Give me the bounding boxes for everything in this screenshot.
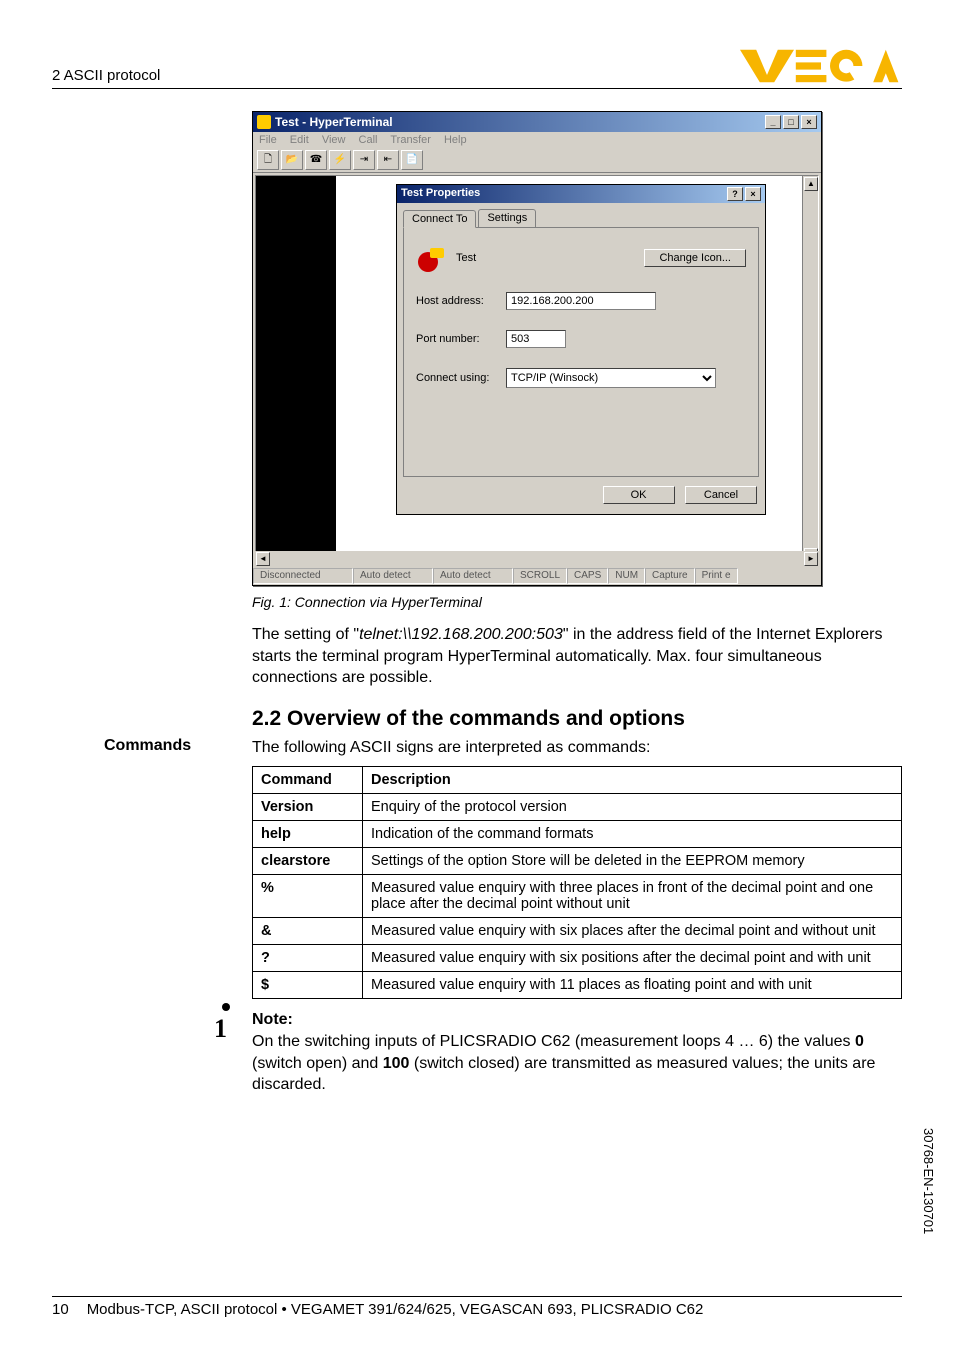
paragraph-ascii: The following ASCII signs are interprete… (252, 737, 902, 759)
th-command: Command (253, 767, 363, 794)
ht-left-margin (256, 176, 336, 564)
scroll-left-icon[interactable]: ◄ (256, 552, 270, 566)
status-connection: Disconnected (253, 568, 353, 584)
menu-help[interactable]: Help (444, 134, 467, 146)
hyperterminal-window: Test - HyperTerminal _ □ × File Edit Vie… (252, 111, 822, 586)
status-num: NUM (608, 568, 645, 584)
host-address-input[interactable] (506, 292, 656, 310)
section-2-2-heading: 2.2 Overview of the commands and options (252, 707, 902, 731)
toolbar-receive-icon[interactable]: ⇤ (377, 150, 399, 170)
cancel-button[interactable]: Cancel (685, 486, 757, 504)
table-row: &Measured value enquiry with six places … (253, 918, 902, 945)
menu-file[interactable]: File (259, 134, 277, 146)
ht-window-title: Test - HyperTerminal (275, 115, 393, 129)
menu-transfer[interactable]: Transfer (390, 134, 431, 146)
document-code: 30768-EN-130701 (921, 1128, 936, 1234)
status-capture: Capture (645, 568, 695, 584)
status-detect2: Auto detect (433, 568, 513, 584)
menu-call[interactable]: Call (359, 134, 378, 146)
toolbar-new-icon[interactable]: 🗋 (257, 150, 279, 170)
scroll-right-icon[interactable]: ► (804, 552, 818, 566)
menu-edit[interactable]: Edit (290, 134, 309, 146)
tab-connect-to[interactable]: Connect To (403, 210, 476, 228)
connection-name: Test (456, 252, 476, 264)
props-panel: Test Change Icon... Host address: Port n… (403, 227, 759, 477)
toolbar-open-icon[interactable]: 📂 (281, 150, 303, 170)
status-detect1: Auto detect (353, 568, 433, 584)
close-icon[interactable]: × (745, 187, 761, 201)
th-description: Description (363, 767, 902, 794)
page-footer: 10 Modbus-TCP, ASCII protocol • VEGAMET … (52, 1296, 902, 1318)
status-scroll: SCROLL (513, 568, 567, 584)
connect-using-select[interactable]: TCP/IP (Winsock) (506, 368, 716, 388)
toolbar-call-icon[interactable]: ☎ (305, 150, 327, 170)
table-row: helpIndication of the command formats (253, 821, 902, 848)
host-address-label: Host address: (416, 295, 506, 307)
vertical-scrollbar[interactable]: ▲ ▼ (802, 176, 818, 564)
toolbar-props-icon[interactable]: 📄 (401, 150, 423, 170)
close-icon[interactable]: × (801, 115, 817, 129)
port-number-input[interactable] (506, 330, 566, 348)
table-row: $Measured value enquiry with 11 places a… (253, 972, 902, 999)
table-row: ?Measured value enquiry with six positio… (253, 945, 902, 972)
footer-text: Modbus-TCP, ASCII protocol • VEGAMET 391… (87, 1301, 704, 1318)
ht-toolbar: 🗋 📂 ☎ ⚡ ⇥ ⇤ 📄 (253, 148, 821, 173)
props-titlebar: Test Properties ? × (397, 185, 765, 203)
table-row: VersionEnquiry of the protocol version (253, 794, 902, 821)
info-icon: 1 (214, 1011, 227, 1046)
figure-caption: Fig. 1: Connection via HyperTerminal (252, 594, 902, 610)
page-number: 10 (52, 1301, 69, 1318)
port-number-label: Port number: (416, 333, 506, 345)
commands-table: Command Description VersionEnquiry of th… (252, 766, 902, 999)
toolbar-send-icon[interactable]: ⇥ (353, 150, 375, 170)
paragraph-telnet: The setting of "telnet:\\192.168.200.200… (252, 624, 902, 689)
properties-dialog: Test Properties ? × Connect To Settings (396, 184, 766, 515)
maximize-icon[interactable]: □ (783, 115, 799, 129)
ht-app-icon (257, 115, 271, 129)
menu-view[interactable]: View (322, 134, 346, 146)
status-print: Print e (695, 568, 738, 584)
minimize-icon[interactable]: _ (765, 115, 781, 129)
tab-settings[interactable]: Settings (478, 209, 536, 227)
ht-titlebar: Test - HyperTerminal _ □ × (253, 112, 821, 132)
info-icon-dot (222, 1003, 230, 1011)
scroll-up-icon[interactable]: ▲ (804, 177, 818, 191)
ok-button[interactable]: OK (603, 486, 675, 504)
section-header: 2 ASCII protocol (52, 67, 160, 84)
ht-statusbar: Disconnected Auto detect Auto detect SCR… (253, 567, 821, 585)
ht-menubar: File Edit View Call Transfer Help (253, 132, 821, 148)
ht-terminal-area: ▲ ▼ Test Properties ? × (255, 175, 819, 565)
toolbar-disconnect-icon[interactable]: ⚡ (329, 150, 351, 170)
status-caps: CAPS (567, 568, 608, 584)
table-row: %Measured value enquiry with three place… (253, 875, 902, 918)
table-row: clearstoreSettings of the option Store w… (253, 848, 902, 875)
change-icon-button[interactable]: Change Icon... (644, 249, 746, 267)
connection-icon (416, 242, 448, 274)
props-title-text: Test Properties (401, 187, 480, 201)
connect-using-label: Connect using: (416, 372, 506, 384)
horizontal-scrollbar[interactable]: ◄ ► (255, 551, 819, 567)
side-label-commands: Commands (104, 737, 191, 755)
note-title: Note: (252, 1011, 293, 1028)
note-block: 1 Note: On the switching inputs of PLICS… (252, 1009, 902, 1095)
vega-logo (740, 48, 902, 84)
help-icon[interactable]: ? (727, 187, 743, 201)
